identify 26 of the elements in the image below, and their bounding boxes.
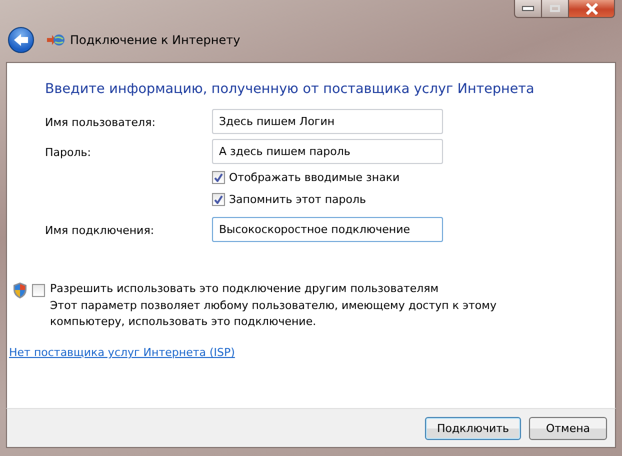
no-isp-link[interactable]: Нет поставщика услуг Интернета (ISP) <box>9 346 235 359</box>
dialog-heading: Введите информацию, полученную от поставщика услуг Интернета <box>45 81 536 97</box>
input-field[interactable]: А здесь пишем пароль <box>212 139 443 164</box>
field-label: Пароль: <box>45 145 92 159</box>
back-arrow-icon <box>12 32 30 48</box>
checkbox-label: Отображать вводимые знаки <box>229 171 400 184</box>
input-field[interactable]: Высокоскоростное подключение <box>212 217 443 242</box>
checkbox[interactable] <box>212 171 225 184</box>
checkbox[interactable] <box>212 193 225 206</box>
checkbox-label: Разрешить использовать это подключение другим пользователям <box>50 282 440 295</box>
network-globe-icon <box>47 32 65 48</box>
window-title: Подключение к Интернету <box>70 33 240 47</box>
maximize-button[interactable] <box>542 0 569 18</box>
close-icon <box>584 2 598 14</box>
description-text: Этот параметр позволяет любому пользователю, имеющему доступ к этому компьютеру, использовать это подключение. <box>50 298 498 330</box>
field-label: Имя пользователя: <box>45 115 156 129</box>
back-button[interactable] <box>8 27 34 53</box>
checkbox-label: Запомнить этот пароль <box>229 193 366 206</box>
checkbox[interactable] <box>32 284 45 297</box>
dialog-button[interactable]: Подключить <box>425 416 521 440</box>
minimize-button[interactable] <box>514 0 542 18</box>
shield-icon <box>13 282 27 299</box>
field-label: Имя подключения: <box>45 223 156 237</box>
input-field[interactable]: Здесь пишем Логин <box>212 109 443 134</box>
dialog-button[interactable]: Отмена <box>529 416 607 440</box>
close-button[interactable] <box>569 0 615 18</box>
